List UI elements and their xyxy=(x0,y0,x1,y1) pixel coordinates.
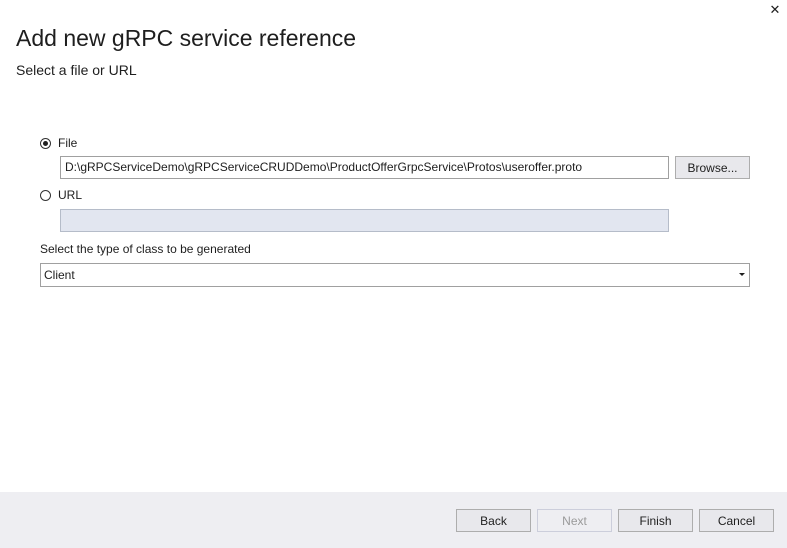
url-radio[interactable] xyxy=(40,189,51,201)
class-type-selected-value: Client xyxy=(44,268,75,282)
url-input[interactable] xyxy=(60,209,669,232)
chevron-down-icon xyxy=(739,273,745,276)
close-button[interactable]: ✕ xyxy=(764,0,786,20)
class-type-select[interactable]: Client xyxy=(40,263,750,287)
browse-button[interactable]: Browse... xyxy=(675,156,750,179)
back-button[interactable]: Back xyxy=(456,509,531,532)
close-icon: ✕ xyxy=(769,2,781,17)
url-radio-label: URL xyxy=(58,188,83,202)
file-radio-option[interactable]: File xyxy=(40,136,77,150)
file-radio[interactable] xyxy=(40,137,51,149)
next-button[interactable]: Next xyxy=(537,509,612,532)
file-radio-label: File xyxy=(58,136,78,150)
url-radio-option[interactable]: URL xyxy=(40,188,82,202)
add-grpc-reference-dialog: ✕ Add new gRPC service reference Select … xyxy=(0,0,787,548)
file-path-input[interactable]: D:\gRPCServiceDemo\gRPCServiceCRUDDemo\P… xyxy=(60,156,669,179)
finish-button[interactable]: Finish xyxy=(618,509,693,532)
dialog-footer: Back Next Finish Cancel xyxy=(0,492,787,548)
cancel-button[interactable]: Cancel xyxy=(699,509,774,532)
dialog-subtitle: Select a file or URL xyxy=(16,62,137,78)
class-type-label: Select the type of class to be generated xyxy=(40,242,251,256)
dialog-title: Add new gRPC service reference xyxy=(16,25,357,51)
